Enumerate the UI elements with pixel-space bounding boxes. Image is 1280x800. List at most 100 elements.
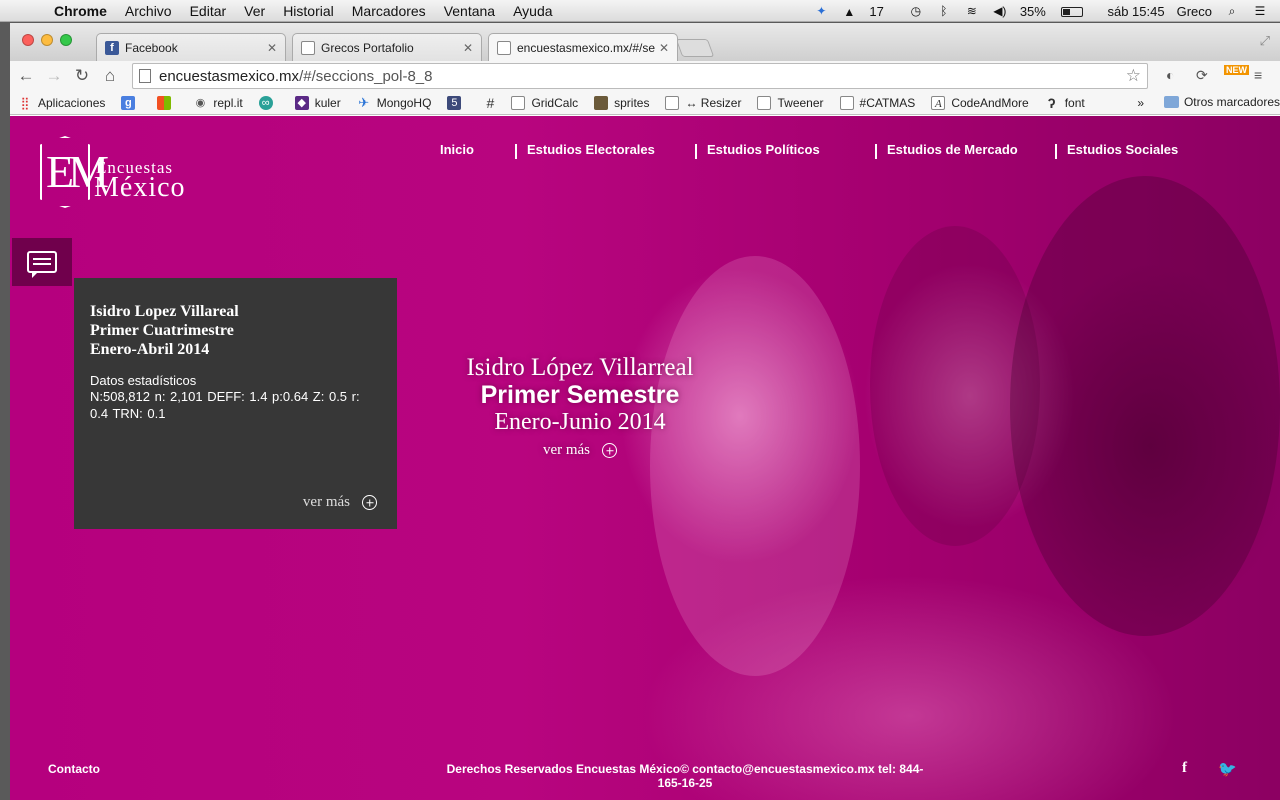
dropbox-icon[interactable]: ✦ (813, 4, 829, 18)
nav-inicio[interactable]: Inicio (440, 142, 474, 157)
tab-encuestasmexico[interactable]: encuestasmexico.mx/#/se ✕ (488, 33, 678, 61)
chat-bubble-icon (27, 251, 57, 278)
font-a-icon: A (931, 95, 946, 110)
close-window-button[interactable] (22, 34, 34, 46)
notification-center-icon[interactable]: ☰ (1252, 4, 1268, 18)
tab-bar: f Facebook ✕ Grecos Portafolio ✕ encuest… (10, 23, 1280, 61)
close-tab-icon[interactable]: ✕ (659, 41, 669, 55)
menu-ver[interactable]: Ver (244, 3, 265, 19)
menu-ventana[interactable]: Ventana (444, 3, 495, 19)
battery-icon (1061, 7, 1084, 18)
extension-new-icon[interactable]: NEW (1224, 65, 1249, 75)
home-icon[interactable]: ⌂ (98, 66, 122, 86)
extension-sync-icon[interactable]: ⟳ (1196, 67, 1208, 84)
address-bar[interactable]: encuestasmexico.mx/#/seccions_pol-8_8 ☆ (132, 63, 1148, 89)
adobe-status[interactable]: ▲ 17 (841, 4, 895, 19)
forward-arrow-icon[interactable]: → (42, 66, 66, 86)
twitter-icon[interactable]: 🐦 (1218, 760, 1237, 778)
plus-circle-icon (602, 443, 618, 458)
bookmarks-overflow-chevron-icon[interactable]: » (1137, 96, 1144, 110)
fullscreen-icon[interactable]: ⤢ (1260, 33, 1270, 49)
nav-estudios-mercado[interactable]: Estudios de Mercado (887, 142, 1018, 157)
bookmark-gridcalc[interactable]: # GridCalc (483, 95, 578, 110)
wifi-icon[interactable]: ≋ (964, 4, 980, 18)
back-arrow-icon[interactable]: ← (14, 66, 38, 86)
hero-caption: Isidro López Villarreal Primer Semestre … (430, 354, 730, 459)
menu-ayuda[interactable]: Ayuda (513, 3, 552, 19)
bookmark-label: CodeAndMore (951, 95, 1029, 110)
bookmark-label: #CATMAS (859, 95, 916, 110)
close-tab-icon[interactable]: ✕ (267, 41, 277, 55)
nav-estudios-politicos[interactable]: Estudios Políticos (707, 142, 820, 157)
zoom-window-button[interactable] (60, 34, 72, 46)
bookmark-kuler[interactable]: ◆ kuler (294, 95, 341, 110)
hero-period: Primer Semestre (480, 381, 680, 409)
bookmark-mongohq[interactable]: ✈ MongoHQ (357, 95, 431, 110)
volume-icon[interactable]: ◀) (992, 4, 1008, 18)
bookmark-catmas[interactable]: #CATMAS (839, 95, 916, 110)
tab-grecos-portafolio[interactable]: Grecos Portafolio ✕ (292, 33, 482, 61)
hero-photo-person-woman (650, 256, 860, 676)
footer-contact-link[interactable]: Contacto (48, 762, 100, 776)
bookmarks-bar: ⣿ Aplicaciones g ◉ repl.it ∞ ◆ kuler ✈ Mongo… (10, 91, 1280, 115)
bookmark-resizer[interactable]: ↔ Resizer (665, 95, 741, 110)
bookmark-label: Tweener (777, 95, 824, 110)
adobe-icon: ▲ (843, 4, 856, 19)
adobe-count: 17 (869, 3, 884, 19)
minimize-window-button[interactable] (41, 34, 53, 46)
reload-icon[interactable]: ↻ (70, 66, 94, 86)
bookmark-google[interactable]: g (121, 95, 141, 110)
nav-estudios-electorales[interactable]: Estudios Electorales (527, 142, 655, 157)
menu-hamburger-icon[interactable]: ≡ (1254, 67, 1262, 83)
bookmark-replit[interactable]: ◉ repl.it (193, 95, 243, 110)
card-title-line3: Enero-Abril 2014 (90, 341, 210, 358)
card-stats: N:508,812 n: 2,101 DEFF: 1.4 p:0.64 Z: 0… (90, 389, 360, 421)
study-card: Isidro Lopez Villareal Primer Cuatrimest… (74, 278, 397, 529)
bookmark-infinity[interactable]: ∞ (258, 95, 279, 110)
replit-icon: ◉ (195, 96, 206, 109)
bluetooth-icon[interactable]: ᛒ (936, 4, 952, 18)
footer-copyright: Derechos Reservados Encuestas México© co… (446, 762, 924, 790)
nav-estudios-sociales[interactable]: Estudios Sociales (1067, 142, 1178, 157)
page-favicon-icon (301, 40, 315, 55)
bookmark-star-icon[interactable]: ☆ (1126, 66, 1141, 86)
bookmark-html5[interactable]: 5 (447, 95, 467, 110)
tab-label: Grecos Portafolio (321, 40, 414, 55)
close-tab-icon[interactable]: ✕ (463, 41, 473, 55)
bookmark-label: font (1064, 95, 1085, 110)
bookmark-label: repl.it (213, 95, 243, 110)
facebook-favicon-icon: f (105, 40, 119, 55)
user-name[interactable]: Greco (1177, 4, 1212, 19)
new-tab-button[interactable] (675, 39, 715, 57)
extension-icon[interactable]: ◐ (1166, 67, 1174, 83)
menu-app-name[interactable]: Chrome (54, 3, 107, 19)
bookmark-codeandmore[interactable]: A CodeAndMore (931, 95, 1029, 110)
web-page: EM Encuestas México Inicio Estudios Elec… (10, 116, 1280, 800)
nav-divider (695, 144, 697, 159)
page-info-icon[interactable] (139, 69, 151, 83)
spotlight-search-icon[interactable]: ⌕ (1224, 4, 1240, 18)
battery-status[interactable]: 35% (1020, 4, 1096, 19)
bookmark-tweener[interactable]: Tweener (757, 95, 824, 110)
sprites-icon (594, 95, 609, 110)
windows-icon (157, 95, 172, 110)
bookmark-windows[interactable] (157, 95, 177, 110)
menu-marcadores[interactable]: Marcadores (352, 3, 426, 19)
url-domain: encuestasmexico.mx (159, 67, 300, 85)
card-ver-mas-link[interactable]: ver más (303, 494, 377, 511)
page-favicon-icon (497, 40, 511, 55)
time-machine-icon[interactable]: ◷ (908, 4, 924, 18)
clock[interactable]: sáb 15:45 (1107, 4, 1164, 19)
bookmark-font[interactable]: ʔ font (1045, 96, 1085, 110)
hero-ver-mas-link[interactable]: ver más (430, 442, 730, 459)
chat-toggle-button[interactable] (12, 238, 72, 286)
tab-label: Facebook (125, 40, 178, 55)
menu-editar[interactable]: Editar (190, 3, 227, 19)
menu-archivo[interactable]: Archivo (125, 3, 172, 19)
bookmark-aplicaciones[interactable]: ⣿ Aplicaciones (18, 96, 106, 110)
facebook-icon[interactable]: f (1182, 760, 1187, 777)
bookmark-sprites[interactable]: sprites (594, 95, 649, 110)
bookmark-other-folder[interactable]: Otros marcadores (1163, 95, 1280, 109)
menu-historial[interactable]: Historial (283, 3, 334, 19)
tab-facebook[interactable]: f Facebook ✕ (96, 33, 286, 61)
